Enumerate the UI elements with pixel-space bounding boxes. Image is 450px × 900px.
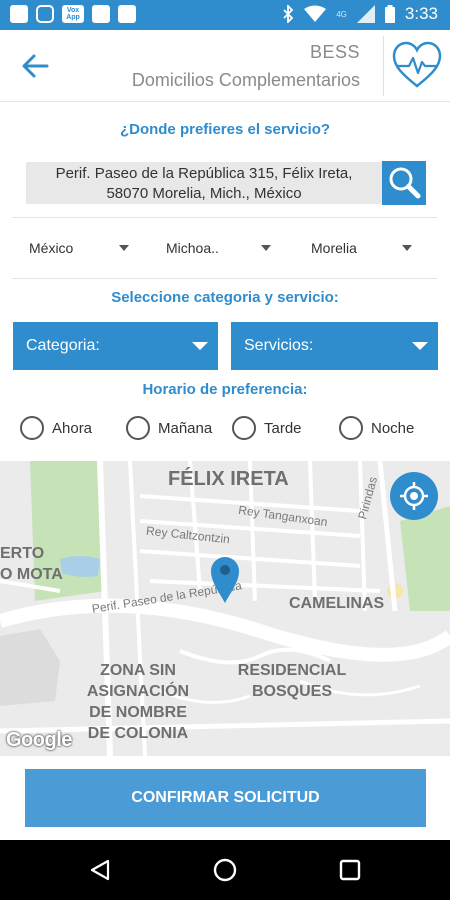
location-question: ¿Donde prefieres el servicio? [119,121,331,138]
city-dropdown[interactable]: Morelia [311,240,357,256]
address-line-1: Perif. Paseo de la República 315, Félix … [55,165,353,182]
radio-ahora[interactable]: Ahora [20,414,92,442]
nav-home-icon[interactable] [213,858,237,882]
state-dropdown[interactable]: Michoa.. [166,240,219,256]
radio-noche[interactable]: Noche [339,414,414,442]
image-icon [92,5,110,23]
divider [12,278,437,279]
services-select[interactable]: Servicios: [231,322,438,370]
google-attribution: Google [6,729,72,751]
wifi-icon [304,5,327,22]
category-question: Seleccione categoria y servicio: [111,289,339,306]
nav-recents-icon[interactable] [339,858,361,882]
address-line-2: 58070 Morelia, Mich., México [106,185,302,202]
header-divider [383,36,384,96]
search-button[interactable] [382,161,426,205]
radio-label: Noche [371,419,415,437]
bluetooth-icon [283,5,294,23]
app-header: BESS Domicilios Complementarios [0,30,450,102]
app-title: BESS [309,42,360,62]
address-field[interactable]: Perif. Paseo de la República 315, Félix … [26,162,382,204]
category-label: Categoria: [26,337,100,354]
map-label-residencial: RESIDENCIAL BOSQUES [237,662,347,700]
confirm-request-button[interactable]: CONFIRMAR SOLICITUD [25,769,426,827]
signal-icon [356,5,375,23]
status-left-icons: Vox App [10,5,136,23]
search-icon [389,167,421,199]
radio-circle [126,416,150,440]
voxapp-icon: Vox App [62,5,84,23]
instagram-icon [36,5,54,23]
radio-circle [339,416,363,440]
country-dropdown[interactable]: México [29,240,73,256]
network-type: 4G [336,9,347,19]
battery-icon [384,5,395,23]
radio-tarde[interactable]: Tarde [232,414,302,442]
map-pin-icon [211,557,239,603]
chevron-down-icon [402,245,412,251]
arrow-left-icon[interactable] [20,52,50,80]
services-label: Servicios: [244,337,314,354]
chevron-down-icon [119,245,129,251]
map-label-camelinas: CAMELINAS [289,595,385,612]
gps-locate-icon [400,482,428,510]
heart-pulse-icon [392,41,442,88]
radio-circle [232,416,256,440]
status-right-icons: 4G 3:33 [282,4,438,24]
category-select[interactable]: Categoria: [13,322,218,370]
notification-icon [10,5,28,23]
android-nav-bar [0,840,450,900]
gps-locate-button[interactable] [390,472,438,520]
map-label-felix-ireta: FÉLIX IRETA [168,468,289,490]
status-time: 3:33 [404,4,438,23]
translate-icon [118,5,136,23]
map-label-zona: ZONA SIN ASIGNACIÓN DE NOMBRE DE COLONIA [86,662,190,742]
app-subtitle: Domicilios Complementarios [131,70,360,90]
nav-back-icon[interactable] [88,858,112,882]
divider [12,217,437,218]
map-view[interactable]: FÉLIX IRETA CAMELINAS ZONA SIN ASIGNACIÓ… [0,461,450,756]
radio-label: Tarde [264,419,302,437]
chevron-down-icon [261,245,271,251]
radio-label: Ahora [52,419,93,437]
radio-circle [20,416,44,440]
schedule-question: Horario de preferencia: [142,381,308,398]
status-bar: Vox App 4G 3:33 [0,0,450,30]
dropdown-triangle-icon [192,342,208,350]
radio-label: Mañana [158,419,213,437]
map-label-o-mota: O MOTA [0,566,63,583]
map-label-erto: ERTO [0,545,45,562]
dropdown-triangle-icon [412,342,428,350]
radio-manana[interactable]: Mañana [126,414,212,442]
